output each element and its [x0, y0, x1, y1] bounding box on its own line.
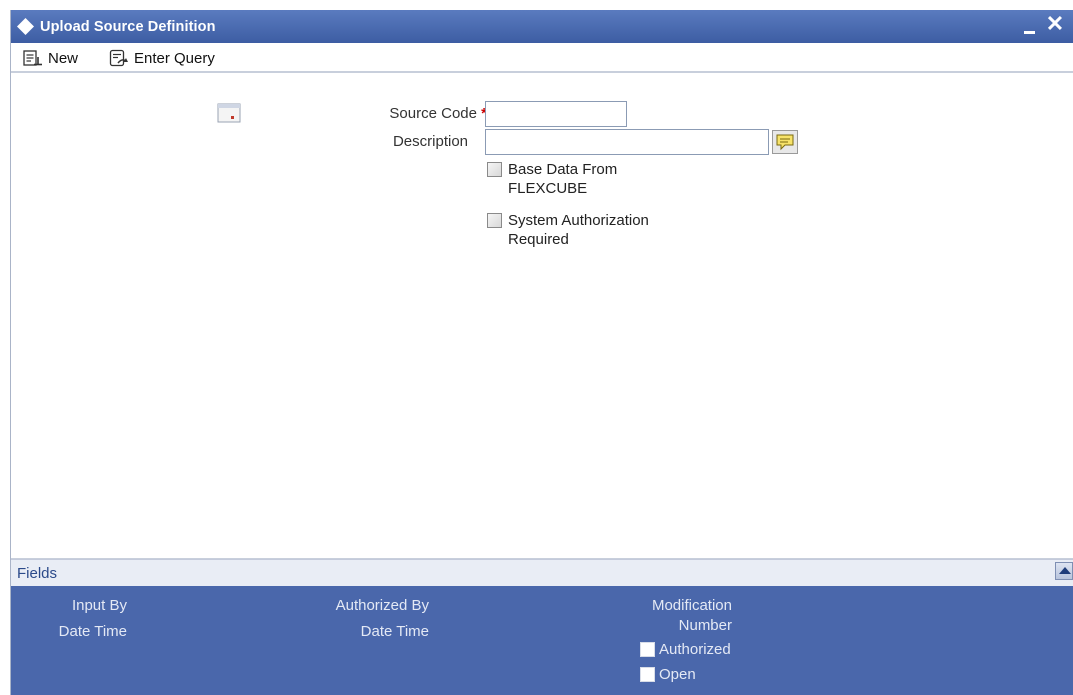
enter-query-button[interactable]: Enter Query — [109, 48, 215, 68]
lov-icon[interactable] — [772, 130, 798, 154]
open-checkbox[interactable]: Open — [640, 666, 696, 683]
authorized-checkbox[interactable]: Authorized — [640, 641, 731, 658]
base-data-label: Base Data From FLEXCUBE — [508, 161, 618, 197]
upload-source-definition-window: Upload Source Definition ✕ New Enter Que… — [10, 10, 1073, 695]
base-data-checkbox[interactable]: Base Data From FLEXCUBE — [487, 160, 658, 198]
collapse-icon[interactable] — [1055, 562, 1073, 580]
toolbar: New Enter Query — [11, 43, 1073, 73]
main-form: Source Code * Description Base Data From… — [11, 75, 1073, 559]
open-check-box[interactable] — [640, 667, 655, 682]
authorized-date-time-label: Date Time — [360, 623, 429, 640]
authorized-by-label: Authorized By — [335, 597, 429, 614]
new-icon — [23, 50, 42, 66]
title-bar: Upload Source Definition ✕ — [11, 10, 1073, 43]
authorized-label: Authorized — [659, 641, 731, 658]
base-data-check-box[interactable] — [487, 162, 502, 177]
enter-query-icon — [109, 49, 128, 67]
diamond-icon — [17, 18, 34, 35]
audit-panel: Input By Date Time Authorized By Date Ti… — [11, 586, 1073, 695]
fields-bar: Fields — [11, 559, 1073, 586]
description-input[interactable] — [485, 129, 769, 155]
form-icon[interactable] — [217, 103, 241, 123]
close-icon[interactable]: ✕ — [1044, 12, 1066, 36]
system-authorization-label: System Authorization Required — [508, 212, 649, 248]
fields-label[interactable]: Fields — [17, 565, 57, 582]
source-code-input[interactable] — [485, 101, 627, 127]
source-code-label: Source Code * — [361, 105, 487, 122]
enter-query-label: Enter Query — [134, 49, 215, 67]
authorized-check-box[interactable] — [640, 642, 655, 657]
window-title: Upload Source Definition — [40, 19, 216, 35]
minimize-icon[interactable] — [1021, 14, 1039, 36]
system-authorization-checkbox[interactable]: System Authorization Required — [487, 211, 678, 249]
input-by-label: Input By — [71, 597, 127, 614]
input-date-time-label: Date Time — [58, 623, 127, 640]
modification-label: Modification — [651, 597, 732, 614]
number-label: Number — [678, 617, 732, 634]
new-button[interactable]: New — [23, 48, 78, 68]
system-authorization-check-box[interactable] — [487, 213, 502, 228]
open-label: Open — [659, 666, 696, 683]
new-label: New — [48, 49, 79, 67]
description-label: Description — [392, 133, 468, 150]
